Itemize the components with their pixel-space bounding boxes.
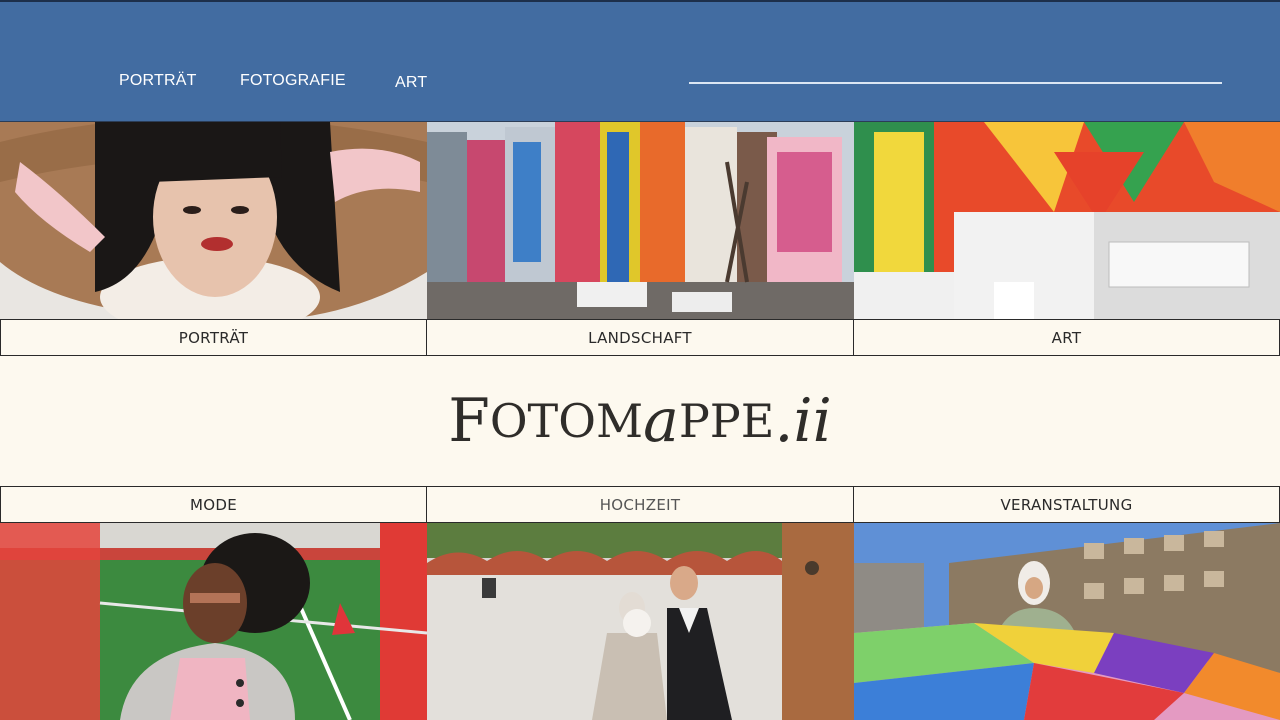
nav-item-fotografie[interactable]: FOTOGRAFIE xyxy=(240,72,346,90)
brand-letters-oto: OTO xyxy=(489,394,596,448)
portrait-photo[interactable] xyxy=(0,122,427,319)
landscape-photo[interactable] xyxy=(427,122,854,319)
site-header: PORTRÄT FOTOGRAFIE ART xyxy=(0,0,1280,122)
nav-item-portraet[interactable]: PORTRÄT xyxy=(119,72,197,90)
brand-title: F OTO M a PPE .ii xyxy=(0,356,1280,486)
nav-item-art[interactable]: ART xyxy=(395,74,427,92)
category-label-landschaft[interactable]: LANDSCHAFT xyxy=(426,319,854,356)
fashion-photo[interactable] xyxy=(0,523,427,720)
brand-letter-m: M xyxy=(595,394,644,448)
brand-suffix: .ii xyxy=(774,386,832,456)
category-label-art[interactable]: ART xyxy=(853,319,1280,356)
category-label-portraet[interactable]: PORTRÄT xyxy=(0,319,427,356)
brand-letter-a: a xyxy=(643,386,679,456)
wedding-photo[interactable] xyxy=(427,523,854,720)
category-label-mode[interactable]: MODE xyxy=(0,486,427,523)
category-label-hochzeit[interactable]: HOCHZEIT xyxy=(426,486,854,523)
category-label-veranstaltung[interactable]: VERANSTALTUNG xyxy=(853,486,1280,523)
search-input[interactable] xyxy=(689,82,1222,84)
event-photo[interactable] xyxy=(854,523,1280,720)
brand-letter-f: F xyxy=(448,386,490,456)
brand-letters-ppe: PPE xyxy=(678,394,775,448)
art-photo[interactable] xyxy=(854,122,1280,319)
